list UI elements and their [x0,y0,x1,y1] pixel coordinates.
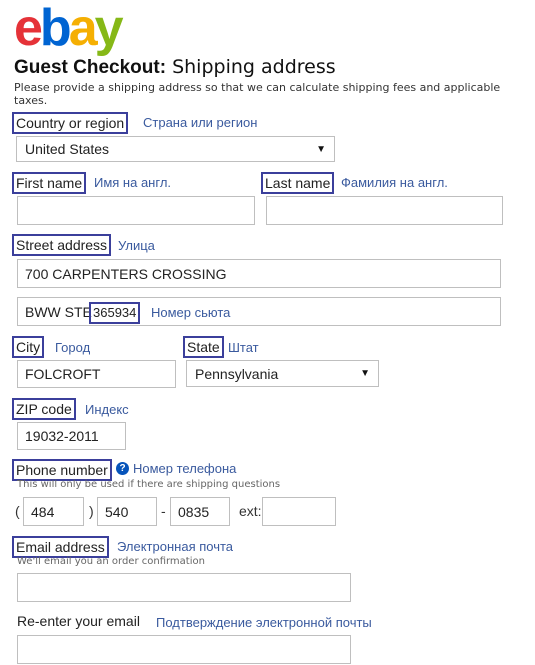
first-name-label: First name [12,172,87,194]
country-select-value: United States [25,141,110,157]
phone-close-paren: ) [89,503,94,519]
city-input[interactable]: FOLCROFT [17,360,176,388]
last-name-input[interactable] [266,196,503,225]
phone-line-input[interactable]: 0835 [170,497,230,526]
email-confirm-input[interactable] [17,635,351,664]
last-name-label: Last name [261,172,335,194]
phone-number-label-ru: Номер телефона [133,461,237,476]
ebay-logo: ebay [14,0,124,57]
logo-letter-y: y [94,0,124,57]
suite-number-highlight: 365934 [89,302,141,324]
country-label: Country or region [12,112,129,134]
phone-hint: This will only be used if there are ship… [17,479,281,490]
page-title: Guest Checkout: Shipping address [14,56,336,79]
email-input[interactable] [17,573,351,602]
state-label: State [183,336,224,358]
country-select[interactable]: United States ▼ [16,136,335,162]
logo-letter-a: a [68,0,98,57]
phone-ext-input[interactable] [262,497,336,526]
last-name-label-ru: Фамилия на англ. [341,175,448,190]
zip-code-input[interactable]: 19032-2011 [17,422,126,450]
logo-letter-e: e [14,0,43,57]
phone-area-code-input[interactable]: 484 [23,497,84,526]
phone-number-label: Phone number [12,459,112,481]
email-address-label-ru: Электронная почта [117,539,234,554]
state-select[interactable]: Pennsylvania ▼ [186,360,379,387]
suite-number-label-ru: Номер сьюта [151,305,231,320]
first-name-input[interactable] [17,196,255,225]
help-icon[interactable]: ? [116,462,129,475]
city-label: City [12,336,45,358]
state-select-value: Pennsylvania [195,365,279,382]
email-confirm-label: Re-enter your email [17,613,140,629]
email-hint: We'll email you an order confirmation [17,556,205,567]
street-line2-prefix: BWW STE [25,303,96,320]
street-address-label-ru: Улица [118,238,155,253]
chevron-down-icon: ▼ [360,368,370,379]
logo-letter-b: b [39,0,72,57]
chevron-down-icon: ▼ [316,143,326,155]
first-name-label-ru: Имя на англ. [94,175,172,190]
zip-code-label-ru: Индекс [85,402,129,417]
email-address-label: Email address [12,536,109,558]
email-confirm-label-ru: Подтверждение электронной почты [156,615,372,630]
page-title-bold: Guest Checkout: [14,57,167,78]
page-title-rest: Shipping address [172,56,336,78]
phone-dash: - [161,503,166,519]
city-label-ru: Город [55,340,91,355]
street-address-label: Street address [12,234,112,256]
phone-ext-label: ext: [239,503,262,519]
country-label-ru: Страна или регион [143,115,258,130]
phone-open-paren: ( [15,503,20,519]
page-subtitle: Please provide a shipping address so tha… [14,81,501,107]
phone-prefix-input[interactable]: 540 [97,497,157,526]
state-label-ru: Штат [228,340,259,355]
street-address-line1-input[interactable]: 700 CARPENTERS CROSSING [17,259,501,288]
zip-code-label: ZIP code [12,398,76,420]
